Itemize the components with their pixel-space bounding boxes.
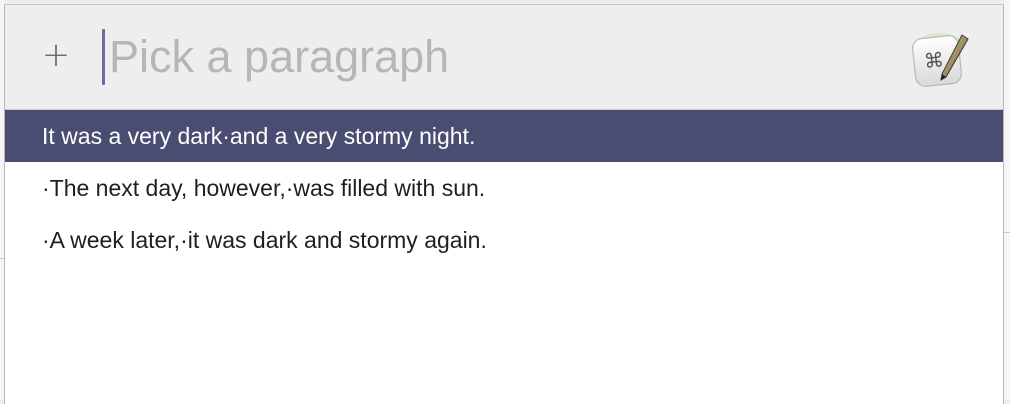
search-input[interactable] (109, 27, 889, 87)
keyboard-maestro-icon: ⌘ (912, 33, 969, 87)
list-item[interactable]: ·The next day, however,·was filled with … (5, 162, 1003, 214)
list-item-selected[interactable]: It was a very dark·and a very stormy nig… (5, 110, 1003, 162)
results-list: It was a very dark·and a very stormy nig… (5, 110, 1003, 266)
text-caret (102, 29, 105, 85)
background-divider (1004, 232, 1010, 233)
list-item[interactable]: ·A week later,·it was dark and stormy ag… (5, 214, 1003, 266)
svg-text:⌘: ⌘ (923, 47, 945, 73)
paragraph-picker-panel: + ⌘ It was a very dark·and a very stormy (4, 4, 1004, 404)
background-window-right-edge (1004, 0, 1010, 400)
search-bar: + ⌘ (5, 5, 1003, 110)
add-button[interactable]: + (39, 35, 73, 75)
